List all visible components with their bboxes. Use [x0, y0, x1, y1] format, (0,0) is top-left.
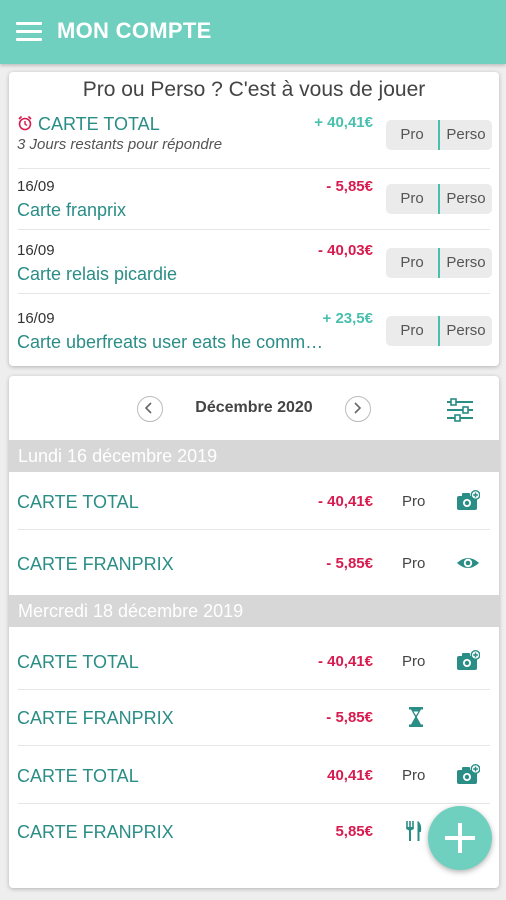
divider	[18, 745, 490, 746]
day-header: Mercredi 18 décembre 2019	[9, 595, 499, 627]
pending-item-name: Carte relais picardie	[17, 264, 178, 284]
pending-item-name: Carte franprix	[17, 200, 127, 220]
transaction-amount: 40,41€	[327, 767, 373, 784]
transaction-name: CARTE FRANPRIX	[17, 554, 174, 574]
pending-item[interactable]: CARTE TOTAL + 40,41€ 3 Jours restants po…	[9, 114, 499, 176]
pro-option[interactable]: Pro	[386, 184, 440, 214]
transaction-row[interactable]: CARTE TOTAL 40,41€ Pro	[9, 748, 499, 804]
pro-option[interactable]: Pro	[386, 120, 440, 150]
divider	[18, 229, 490, 230]
transaction-row[interactable]: CARTE TOTAL - 40,41€ Pro	[9, 474, 499, 530]
divider	[18, 168, 490, 169]
divider	[18, 293, 490, 294]
transaction-tag: Pro	[402, 493, 426, 510]
pending-item-date: 16/09	[17, 310, 55, 327]
pending-item-remaining: 3 Jours restants pour répondre	[17, 136, 223, 153]
camera-add-icon[interactable]	[456, 490, 480, 512]
pending-item[interactable]: 16/09 Carte franprix - 5,85€ Pro Perso	[9, 178, 499, 240]
next-month-button[interactable]	[345, 396, 371, 422]
pending-item-amount: - 40,03€	[317, 242, 373, 259]
transaction-name: CARTE TOTAL	[17, 652, 139, 672]
pending-card: Pro ou Perso ? C'est à vous de jouer CAR…	[9, 72, 499, 366]
pro-option[interactable]: Pro	[386, 316, 440, 346]
perso-option[interactable]: Perso	[440, 184, 492, 214]
pro-perso-toggle: Pro Perso	[386, 120, 492, 150]
alarm-clock-icon	[18, 115, 32, 131]
transaction-name: CARTE TOTAL	[17, 766, 139, 786]
current-month: Décembre 2020	[195, 399, 313, 416]
pending-title: Pro ou Perso ? C'est à vous de jouer	[82, 78, 426, 101]
divider	[18, 529, 490, 530]
history-card: Décembre 2020 Lundi 16 décembre 2019 CAR…	[9, 376, 499, 888]
day-header: Lundi 16 décembre 2019	[9, 440, 499, 472]
fork-knife-icon	[406, 821, 422, 841]
pro-option[interactable]: Pro	[386, 248, 440, 278]
transaction-name: CARTE FRANPRIX	[17, 708, 174, 728]
transaction-tag: Pro	[402, 653, 426, 670]
add-button[interactable]	[428, 806, 492, 870]
hourglass-icon	[409, 707, 423, 727]
transaction-tag: Pro	[402, 555, 426, 572]
camera-add-icon[interactable]	[456, 650, 480, 672]
transaction-amount: - 40,41€	[317, 493, 373, 510]
pending-item-name: Carte uberfreats user eats he comm…	[17, 332, 324, 352]
transaction-row[interactable]: CARTE FRANPRIX 5,85€	[9, 804, 499, 860]
transaction-name: CARTE FRANPRIX	[17, 822, 174, 842]
eye-icon[interactable]	[456, 552, 480, 574]
perso-option[interactable]: Perso	[440, 120, 492, 150]
month-navigator: Décembre 2020	[9, 394, 499, 424]
pending-item-amount: - 5,85€	[326, 178, 373, 195]
app-bar: MON COMPTE	[0, 0, 506, 64]
pro-perso-toggle: Pro Perso	[386, 248, 492, 278]
page-title: MON COMPTE	[57, 18, 212, 43]
plus-icon-bar	[458, 823, 462, 853]
transaction-row[interactable]: CARTE TOTAL - 40,41€ Pro	[9, 634, 499, 690]
camera-add-icon[interactable]	[456, 764, 480, 786]
transaction-tag: Pro	[402, 767, 426, 784]
pending-item[interactable]: 16/09 Carte relais picardie - 40,03€ Pro…	[9, 242, 499, 304]
filter-sliders-icon[interactable]	[445, 397, 475, 423]
pending-item-date: 16/09	[17, 242, 55, 259]
transaction-row[interactable]: CARTE FRANPRIX - 5,85€ Pro	[9, 536, 499, 592]
pro-perso-toggle: Pro Perso	[386, 316, 492, 346]
transaction-amount: 5,85€	[335, 823, 373, 840]
transaction-amount: - 5,85€	[326, 709, 373, 726]
pending-item-amount: + 40,41€	[314, 114, 373, 131]
pending-item-amount: + 23,5€	[322, 310, 373, 327]
chevron-left-icon	[144, 402, 152, 414]
chevron-right-icon	[354, 402, 362, 414]
transaction-amount: - 40,41€	[317, 653, 373, 670]
perso-option[interactable]: Perso	[440, 248, 492, 278]
menu-icon[interactable]	[16, 22, 42, 42]
transaction-name: CARTE TOTAL	[17, 492, 139, 512]
previous-month-button[interactable]	[137, 396, 163, 422]
pending-item-name: CARTE TOTAL	[17, 114, 160, 135]
transaction-amount: - 5,85€	[326, 555, 373, 572]
pending-item-date: 16/09	[17, 178, 55, 195]
perso-option[interactable]: Perso	[440, 316, 492, 346]
pending-item[interactable]: 16/09 Carte uberfreats user eats he comm…	[9, 310, 499, 372]
transaction-row[interactable]: CARTE FRANPRIX - 5,85€	[9, 690, 499, 746]
pro-perso-toggle: Pro Perso	[386, 184, 492, 214]
